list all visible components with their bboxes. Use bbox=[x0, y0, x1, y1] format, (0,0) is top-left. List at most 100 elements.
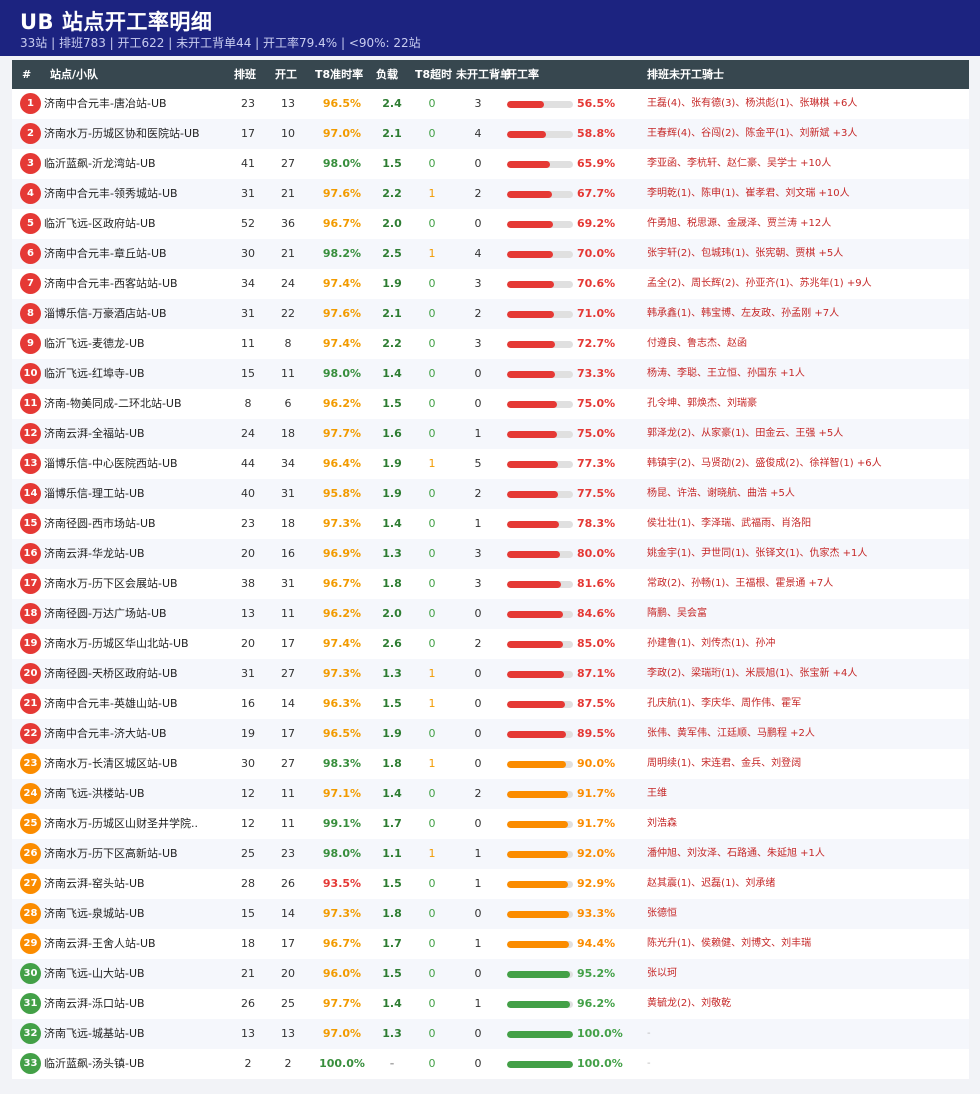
col-rate[interactable]: 开工率 bbox=[506, 60, 539, 89]
rate-bar-fill bbox=[507, 911, 569, 918]
station-table: # 站点/小队 排班 开工 T8准时率 负载 T8超时 未开工背单 开工率 排班… bbox=[12, 60, 969, 1079]
col-scheduled[interactable]: 排班 bbox=[234, 60, 256, 89]
t8-overtime-count: 1 bbox=[428, 757, 436, 770]
table-row[interactable]: 4 济南中合元丰-领秀城站-UB 31 21 97.6% 2.2 1 2 67.7% 李明乾(1)… bbox=[12, 179, 969, 209]
station-name: 临沂飞远-区政府站-UB bbox=[44, 217, 156, 230]
working-count: 17 bbox=[281, 637, 295, 650]
col-rank[interactable]: # bbox=[22, 60, 31, 89]
table-row[interactable]: 9 临沂飞远-麦德龙-UB 11 8 97.4% 2.2 0 3 72.7% 付遵良、鲁志杰、赵函 bbox=[12, 329, 969, 359]
rate-bar bbox=[507, 461, 573, 468]
station-name: 济南水万-历下区会展站-UB bbox=[44, 577, 178, 590]
rate-bar bbox=[507, 101, 573, 108]
table-row[interactable]: 31 济南云湃-泺口站-UB 26 25 97.7% 1.4 0 1 96.2% 黄毓龙(2)、刘… bbox=[12, 989, 969, 1019]
table-row[interactable]: 12 济南云湃-全福站-UB 24 18 97.7% 1.6 0 1 75.0% 郭泽龙(2)、从… bbox=[12, 419, 969, 449]
col-working[interactable]: 开工 bbox=[275, 60, 297, 89]
t8-ontime-rate: 96.7% bbox=[322, 217, 362, 230]
unstarted-count: 0 bbox=[474, 727, 482, 740]
col-t8-overtime[interactable]: T8超时 bbox=[415, 60, 452, 89]
rate-value: 92.9% bbox=[577, 877, 616, 890]
col-t8-ontime[interactable]: T8准时率 bbox=[315, 60, 363, 89]
table-row[interactable]: 22 济南中合元丰-济大站-UB 19 17 96.5% 1.9 0 0 89.5% 张伟、黄军伟… bbox=[12, 719, 969, 749]
working-count: 11 bbox=[281, 787, 295, 800]
rate-bar-fill bbox=[507, 281, 554, 288]
unstarted-count: 2 bbox=[474, 787, 482, 800]
rank-badge: 20 bbox=[20, 663, 41, 684]
t8-ontime-rate: 96.2% bbox=[322, 397, 362, 410]
table-row[interactable]: 25 济南水万-历城区山财圣井学院.. 12 11 99.1% 1.7 0 0 91.7% 刘浩森 bbox=[12, 809, 969, 839]
table-row[interactable]: 19 济南水万-历城区华山北站-UB 20 17 97.4% 2.6 0 2 85.0% 孙建鲁(… bbox=[12, 629, 969, 659]
table-row[interactable]: 24 济南飞远-洪楼站-UB 12 11 97.1% 1.4 0 2 91.7% 王维 bbox=[12, 779, 969, 809]
working-count: 34 bbox=[281, 457, 295, 470]
rate-bar bbox=[507, 971, 573, 978]
working-count: 22 bbox=[281, 307, 295, 320]
rate-value: 69.2% bbox=[577, 217, 616, 230]
station-name: 济南云湃-全福站-UB bbox=[44, 427, 145, 440]
rate-bar bbox=[507, 371, 573, 378]
station-name: 临沂蓝飙-汤头镇-UB bbox=[44, 1057, 145, 1070]
unstarted-riders: 李亚函、李杭轩、赵仁豪、吴学士 +10人 bbox=[647, 158, 832, 169]
load-value: 1.7 bbox=[382, 817, 402, 830]
table-row[interactable]: 23 济南水万-长清区城区站-UB 30 27 98.3% 1.8 1 0 90.0% 周明续(1… bbox=[12, 749, 969, 779]
rate-bar-fill bbox=[507, 791, 568, 798]
table-row[interactable]: 26 济南水万-历下区高新站-UB 25 23 98.0% 1.1 1 1 92.0% 潘仲旭、刘… bbox=[12, 839, 969, 869]
table-row[interactable]: 21 济南中合元丰-英雄山站-UB 16 14 96.3% 1.5 1 0 87.5% 孔庆航(1… bbox=[12, 689, 969, 719]
scheduled-count: 26 bbox=[241, 997, 255, 1010]
t8-overtime-count: 0 bbox=[428, 397, 436, 410]
load-value: 1.6 bbox=[382, 427, 402, 440]
table-row[interactable]: 28 济南飞远-泉城站-UB 15 14 97.3% 1.8 0 0 93.3% 张德恒 bbox=[12, 899, 969, 929]
table-row[interactable]: 10 临沂飞远-红埠寺-UB 15 11 98.0% 1.4 0 0 73.3% 杨涛、李聪、王立… bbox=[12, 359, 969, 389]
rate-bar-fill bbox=[507, 641, 564, 648]
unstarted-count: 3 bbox=[474, 277, 482, 290]
station-name: 济南水万-历城区华山北站-UB bbox=[44, 637, 189, 650]
t8-ontime-rate: 97.0% bbox=[322, 1027, 362, 1040]
table-row[interactable]: 7 济南中合元丰-西客站站-UB 34 24 97.4% 1.9 0 3 70.6% 孟全(2)、… bbox=[12, 269, 969, 299]
scheduled-count: 15 bbox=[241, 907, 255, 920]
table-row[interactable]: 32 济南飞远-城基站-UB 13 13 97.0% 1.3 0 0 100.0% - bbox=[12, 1019, 969, 1049]
load-value: 1.9 bbox=[382, 727, 402, 740]
rank-badge: 15 bbox=[20, 513, 41, 534]
table-row[interactable]: 1 济南中合元丰-唐冶站-UB 23 13 96.5% 2.4 0 3 56.5% 王磊(4)、张… bbox=[12, 89, 969, 119]
table-row[interactable]: 14 淄博乐信-理工站-UB 40 31 95.8% 1.9 0 2 77.5% 杨昆、许浩、谢晓… bbox=[12, 479, 969, 509]
col-station[interactable]: 站点/小队 bbox=[50, 60, 98, 89]
table-row[interactable]: 33 临沂蓝飙-汤头镇-UB 2 2 100.0% - 0 0 100.0% - bbox=[12, 1049, 969, 1079]
working-count: 36 bbox=[281, 217, 295, 230]
unstarted-riders: 张德恒 bbox=[647, 908, 677, 919]
table-row[interactable]: 27 济南云湃-窑头站-UB 28 26 93.5% 1.5 0 1 92.9% 赵其震(1)、迟… bbox=[12, 869, 969, 899]
rate-value: 58.8% bbox=[577, 127, 616, 140]
rate-bar-fill bbox=[507, 731, 567, 738]
col-unstarted[interactable]: 未开工背单 bbox=[456, 60, 511, 89]
table-row[interactable]: 17 济南水万-历下区会展站-UB 38 31 96.7% 1.8 0 3 81.6% 常政(2)… bbox=[12, 569, 969, 599]
page-title: UB 站点开工率明细 bbox=[20, 10, 213, 34]
table-row[interactable]: 11 济南-物美同成-二环北站-UB 8 6 96.2% 1.5 0 0 75.0% 孔令坤、郭焕… bbox=[12, 389, 969, 419]
rate-value: 77.5% bbox=[577, 487, 616, 500]
t8-ontime-rate: 97.1% bbox=[322, 787, 362, 800]
load-value: 1.5 bbox=[382, 397, 402, 410]
rank-badge: 23 bbox=[20, 753, 41, 774]
col-riders[interactable]: 排班未开工骑士 bbox=[647, 60, 724, 89]
working-count: 14 bbox=[281, 907, 295, 920]
col-load[interactable]: 负载 bbox=[376, 60, 398, 89]
station-name: 济南中合元丰-西客站站-UB bbox=[44, 277, 178, 290]
rate-bar bbox=[507, 1031, 573, 1038]
unstarted-riders: 韩镇宇(2)、马贤劭(2)、盛俊成(2)、徐祥智(1) +6人 bbox=[647, 458, 882, 469]
table-row[interactable]: 29 济南云湃-王舍人站-UB 18 17 96.7% 1.7 0 1 94.4% 陈光升(1)、… bbox=[12, 929, 969, 959]
table-row[interactable]: 13 淄博乐信-中心医院西站-UB 44 34 96.4% 1.9 1 5 77.3% 韩镇宇(2… bbox=[12, 449, 969, 479]
table-row[interactable]: 30 济南飞远-山大站-UB 21 20 96.0% 1.5 0 0 95.2% 张以珂 bbox=[12, 959, 969, 989]
t8-overtime-count: 0 bbox=[428, 367, 436, 380]
scheduled-count: 20 bbox=[241, 547, 255, 560]
rate-value: 73.3% bbox=[577, 367, 616, 380]
table-row[interactable]: 8 淄博乐信-万豪酒店站-UB 31 22 97.6% 2.1 0 2 71.0% 韩承鑫(1)、… bbox=[12, 299, 969, 329]
load-value: 2.0 bbox=[382, 607, 402, 620]
rate-bar-fill bbox=[507, 671, 565, 678]
table-row[interactable]: 5 临沂飞远-区政府站-UB 52 36 96.7% 2.0 0 0 69.2% 仵勇旭、税思源、… bbox=[12, 209, 969, 239]
table-row[interactable]: 16 济南云湃-华龙站-UB 20 16 96.9% 1.3 0 3 80.0% 姚金宇(1)、尹… bbox=[12, 539, 969, 569]
table-row[interactable]: 20 济南径圆-天桥区政府站-UB 31 27 97.3% 1.3 1 0 87.1% 李政(2)… bbox=[12, 659, 969, 689]
rate-bar-fill bbox=[507, 161, 551, 168]
table-row[interactable]: 3 临沂蓝飙-沂龙湾站-UB 41 27 98.0% 1.5 0 0 65.9% 李亚函、李杭轩、… bbox=[12, 149, 969, 179]
table-row[interactable]: 15 济南径圆-西市场站-UB 23 18 97.3% 1.4 0 1 78.3% 侯壮壮(1)、… bbox=[12, 509, 969, 539]
table-row[interactable]: 6 济南中合元丰-章丘站-UB 30 21 98.2% 2.5 1 4 70.0% 张宇轩(2)、… bbox=[12, 239, 969, 269]
unstarted-riders: 姚金宇(1)、尹世同(1)、张铎文(1)、仇家杰 +1人 bbox=[647, 548, 868, 559]
table-row[interactable]: 2 济南水万-历城区协和医院站-UB 17 10 97.0% 2.1 0 4 58.8% 王春辉(… bbox=[12, 119, 969, 149]
t8-overtime-count: 0 bbox=[428, 97, 436, 110]
table-row[interactable]: 18 济南径圆-万达广场站-UB 13 11 96.2% 2.0 0 0 84.6% 隋鹏、吴会富 bbox=[12, 599, 969, 629]
